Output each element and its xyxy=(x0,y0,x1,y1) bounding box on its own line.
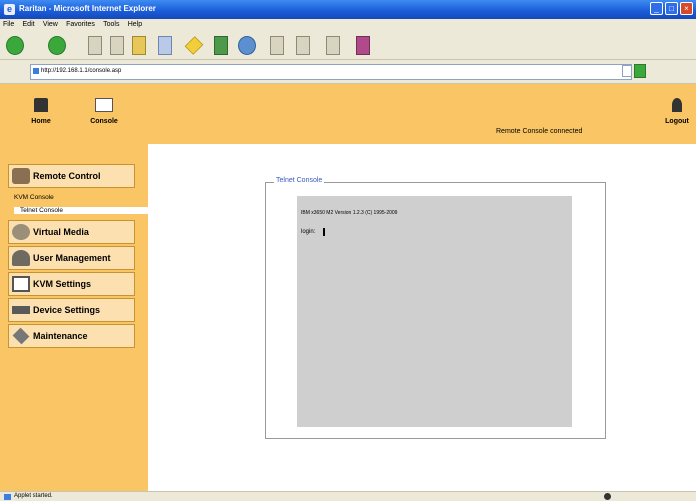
address-bar: http://192.168.1.1/console.asp xyxy=(0,60,696,84)
user-management-icon xyxy=(12,250,30,266)
refresh-icon[interactable] xyxy=(110,36,124,55)
back-icon[interactable] xyxy=(6,36,24,55)
home-label: Home xyxy=(31,118,51,125)
console-label: Console xyxy=(90,118,118,125)
virtual-media-icon xyxy=(12,224,30,240)
home-icon[interactable] xyxy=(132,36,146,55)
kvm-settings-icon xyxy=(12,276,30,292)
sidebar-item-kvm-settings[interactable]: KVM Settings xyxy=(8,272,135,296)
logout-icon xyxy=(672,98,682,112)
console-icon xyxy=(95,98,113,112)
mail-icon[interactable] xyxy=(270,36,284,55)
app-header: Home Console Remote Console connected Lo… xyxy=(0,84,696,144)
browser-toolbar xyxy=(0,31,696,60)
home-icon xyxy=(34,98,48,112)
status-bar-text: Applet started. xyxy=(14,493,53,499)
connection-status: Remote Console connected xyxy=(496,128,583,135)
window-titlebar: e Raritan - Microsoft Internet Explorer … xyxy=(0,0,696,19)
telnet-console-title: Telnet Console xyxy=(274,177,325,184)
stop-icon[interactable] xyxy=(88,36,102,55)
logout-nav[interactable]: Logout xyxy=(662,98,692,125)
minimize-button[interactable]: _ xyxy=(650,2,663,15)
sidebar-item-virtual-media[interactable]: Virtual Media xyxy=(8,220,135,244)
forward-icon[interactable] xyxy=(48,36,66,55)
status-bar: Applet started. xyxy=(0,491,696,501)
window-title: Raritan - Microsoft Internet Explorer xyxy=(19,4,156,13)
page-icon xyxy=(33,68,39,74)
history-icon[interactable] xyxy=(238,36,256,55)
go-icon[interactable] xyxy=(634,64,646,78)
menu-view[interactable]: View xyxy=(40,19,61,31)
edit-icon[interactable] xyxy=(326,36,340,55)
logout-label: Logout xyxy=(665,118,689,125)
sidebar-item-maintenance[interactable]: Maintenance xyxy=(8,324,135,348)
maximize-button[interactable]: □ xyxy=(665,2,678,15)
terminal-screen[interactable] xyxy=(297,196,572,427)
menu-help[interactable]: Help xyxy=(125,19,145,31)
maintenance-icon xyxy=(12,327,30,345)
remote-control-icon xyxy=(12,168,30,184)
device-settings-icon xyxy=(12,306,30,314)
menu-file[interactable]: File xyxy=(0,19,17,31)
menu-edit[interactable]: Edit xyxy=(20,19,38,31)
sidebar: Remote Control KVM Console Telnet Consol… xyxy=(0,144,148,491)
sidebar-item-remote-control[interactable]: Remote Control xyxy=(8,164,135,188)
sidebar-item-device-settings[interactable]: Device Settings xyxy=(8,298,135,322)
page-status-icon xyxy=(4,494,11,500)
address-url: http://192.168.1.1/console.asp xyxy=(41,68,122,74)
zone-icon xyxy=(604,493,611,500)
search-icon[interactable] xyxy=(158,36,172,55)
console-nav[interactable]: Console xyxy=(82,98,126,125)
terminal-cursor xyxy=(323,228,325,236)
address-dropdown-icon[interactable] xyxy=(622,65,632,77)
print-icon[interactable] xyxy=(296,36,310,55)
menu-bar: File Edit View Favorites Tools Help xyxy=(0,19,696,31)
sidebar-subitem-telnet-console[interactable]: Telnet Console xyxy=(14,207,148,214)
terminal-prompt: login: xyxy=(301,229,316,235)
terminal-banner: IBM x3650 M2 Version 1.2.3 (C) 1995-2009 xyxy=(301,210,398,216)
ie-logo-icon: e xyxy=(4,4,15,15)
sidebar-subitem-kvm-console[interactable]: KVM Console xyxy=(14,194,54,201)
address-input[interactable]: http://192.168.1.1/console.asp xyxy=(30,64,632,80)
menu-tools[interactable]: Tools xyxy=(100,19,122,31)
favorites-star-icon[interactable] xyxy=(184,36,204,55)
media-icon[interactable] xyxy=(214,36,228,55)
home-nav[interactable]: Home xyxy=(24,98,58,125)
sidebar-item-user-management[interactable]: User Management xyxy=(8,246,135,270)
menu-favorites[interactable]: Favorites xyxy=(63,19,98,31)
close-button[interactable]: × xyxy=(680,2,693,15)
messenger-icon[interactable] xyxy=(356,36,370,55)
